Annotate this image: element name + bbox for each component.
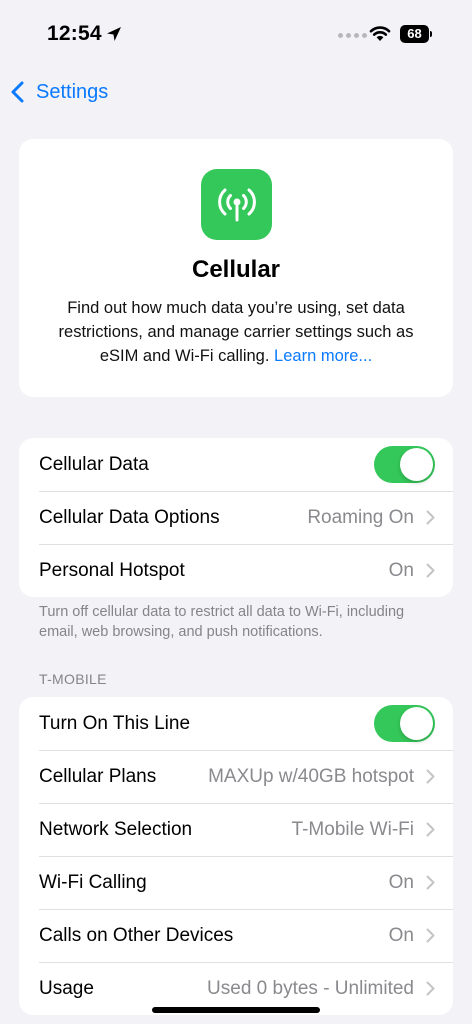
location-arrow-icon xyxy=(107,27,121,41)
cellular-data-footer: Turn off cellular data to restrict all d… xyxy=(39,604,405,640)
cellular-plans-row[interactable]: Cellular Plans MAXUp w/40GB hotspot xyxy=(19,750,453,803)
row-label: Cellular Data Options xyxy=(39,506,220,528)
row-label: Cellular Data xyxy=(39,453,149,475)
status-time: 12:54 xyxy=(47,22,102,45)
antenna-icon xyxy=(201,169,272,240)
row-value: Roaming On xyxy=(307,506,414,528)
chevron-left-icon xyxy=(11,81,24,103)
chevron-right-icon xyxy=(426,510,435,525)
turn-on-line-row: Turn On This Line xyxy=(19,697,453,750)
hero-description: Find out how much data you’re using, set… xyxy=(39,296,433,368)
chevron-right-icon xyxy=(426,563,435,578)
wifi-icon xyxy=(369,26,391,41)
cellular-info-card: Cellular Find out how much data you’re u… xyxy=(19,139,453,397)
learn-more-link[interactable]: Learn more... xyxy=(274,347,372,365)
row-value: On xyxy=(388,924,414,946)
calls-on-other-devices-row[interactable]: Calls on Other Devices On xyxy=(19,909,453,962)
row-label: Cellular Plans xyxy=(39,765,157,787)
row-label: Calls on Other Devices xyxy=(39,924,234,946)
personal-hotspot-row[interactable]: Personal Hotspot On xyxy=(19,544,453,597)
row-label: Usage xyxy=(39,977,94,999)
chevron-right-icon xyxy=(426,769,435,784)
row-label: Personal Hotspot xyxy=(39,559,185,581)
chevron-right-icon xyxy=(426,928,435,943)
signal-dots-icon xyxy=(338,33,367,38)
row-value: MAXUp w/40GB hotspot xyxy=(208,765,414,787)
chevron-right-icon xyxy=(426,822,435,837)
section-header: T-MOBILE xyxy=(39,671,107,687)
back-button[interactable]: Settings xyxy=(10,76,108,108)
row-value: T-Mobile Wi-Fi xyxy=(291,818,414,840)
row-value: Used 0 bytes - Unlimited xyxy=(207,977,414,999)
chevron-right-icon xyxy=(426,981,435,996)
wifi-calling-row[interactable]: Wi-Fi Calling On xyxy=(19,856,453,909)
home-indicator[interactable] xyxy=(152,1007,320,1013)
back-button-label: Settings xyxy=(36,80,109,103)
cellular-data-toggle[interactable] xyxy=(374,446,435,483)
row-value: On xyxy=(388,871,414,893)
network-selection-row[interactable]: Network Selection T-Mobile Wi-Fi xyxy=(19,803,453,856)
carrier-line-group: Turn On This Line Cellular Plans MAXUp w… xyxy=(19,697,453,1015)
row-label: Wi-Fi Calling xyxy=(39,871,147,893)
chevron-right-icon xyxy=(426,875,435,890)
turn-on-line-toggle[interactable] xyxy=(374,705,435,742)
row-label: Turn On This Line xyxy=(39,712,191,734)
cellular-data-group: Cellular Data Cellular Data Options Roam… xyxy=(19,438,453,597)
cellular-settings-screen: 12:54 68 Settings Cellular Find out how … xyxy=(0,0,472,1024)
cellular-data-row: Cellular Data xyxy=(19,438,453,491)
status-bar: 12:54 68 xyxy=(0,0,472,62)
row-label: Network Selection xyxy=(39,818,193,840)
page-title: Cellular xyxy=(191,256,281,283)
battery-level: 68 xyxy=(400,25,429,43)
cellular-data-options-row[interactable]: Cellular Data Options Roaming On xyxy=(19,491,453,544)
row-value: On xyxy=(388,559,414,581)
